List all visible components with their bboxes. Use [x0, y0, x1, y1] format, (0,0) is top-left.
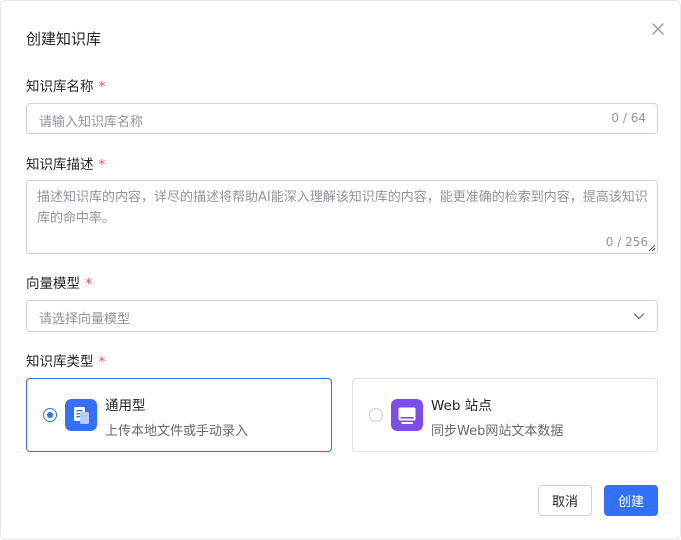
resize-handle-icon[interactable]	[648, 244, 656, 252]
document-icon	[65, 399, 97, 431]
required-mark: *	[98, 157, 106, 173]
description-label-text: 知识库描述	[26, 157, 94, 173]
description-placeholder: 描述知识库的内容，详尽的描述将帮助AI能深入理解该知识库的内容，能更准确的检索到…	[37, 190, 648, 226]
option-description: 上传本地文件或手动录入	[105, 424, 249, 439]
name-input[interactable]: 请输入知识库名称 0 / 64	[26, 103, 658, 134]
vector-model-label-text: 向量模型	[26, 276, 80, 292]
vector-model-label: 向量模型 *	[26, 272, 92, 292]
radio-selected[interactable]	[43, 408, 57, 422]
dialog-title: 创建知识库	[26, 30, 102, 48]
chevron-down-icon	[633, 313, 645, 320]
radio-unselected[interactable]	[369, 408, 383, 422]
description-label: 知识库描述 *	[26, 153, 105, 173]
type-option-web-site[interactable]: Web 站点 同步Web网站文本数据	[352, 378, 658, 452]
create-knowledge-base-dialog: 创建知识库 知识库名称 * 请输入知识库名称 0 / 64 知识库描述 * 描述知识…	[0, 0, 681, 540]
cancel-button[interactable]: 取消	[538, 485, 592, 516]
type-label: 知识库类型 *	[26, 350, 105, 370]
required-mark: *	[98, 79, 106, 95]
name-char-counter: 0 / 64	[611, 111, 646, 125]
name-label-text: 知识库名称	[26, 79, 94, 95]
monitor-icon	[391, 399, 423, 431]
close-icon[interactable]	[650, 21, 666, 37]
name-input-placeholder: 请输入知识库名称	[39, 115, 144, 130]
type-option-general[interactable]: 通用型 上传本地文件或手动录入	[26, 378, 332, 452]
description-textarea[interactable]: 描述知识库的内容，详尽的描述将帮助AI能深入理解该知识库的内容，能更准确的检索到…	[26, 180, 658, 254]
type-label-text: 知识库类型	[26, 354, 94, 370]
required-mark: *	[85, 276, 92, 292]
description-char-counter: 0 / 256	[605, 235, 648, 249]
vector-model-placeholder: 请选择向量模型	[39, 312, 131, 327]
name-label: 知识库名称 *	[26, 75, 105, 95]
option-name: 通用型	[105, 398, 146, 414]
option-name: Web 站点	[431, 398, 492, 414]
option-description: 同步Web网站文本数据	[431, 424, 564, 439]
required-mark: *	[98, 354, 106, 370]
vector-model-select[interactable]: 请选择向量模型	[26, 300, 658, 332]
create-button[interactable]: 创建	[604, 485, 658, 516]
